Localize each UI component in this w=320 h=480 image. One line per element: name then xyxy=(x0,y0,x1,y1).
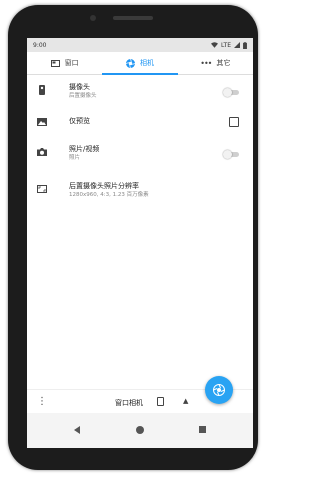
setting-camera-subtitle: 后置摄像头 xyxy=(69,93,97,99)
aspect-ratio-icon xyxy=(37,185,47,193)
tab-other[interactable]: ••• 其它 xyxy=(178,52,253,74)
recents-icon[interactable] xyxy=(199,426,206,433)
wifi-icon xyxy=(211,42,219,48)
setting-preview-only[interactable]: 仅预览 xyxy=(27,116,253,130)
phone-camera-icon xyxy=(39,85,45,95)
mode-window-icon[interactable] xyxy=(157,397,164,406)
camera-icon xyxy=(37,148,47,156)
status-bar: 9:00 LTE xyxy=(27,38,253,52)
screen: 9:00 LTE 窗口 相机 ••• 其它 摄像头 后置摄像头 仅预览 照片/视… xyxy=(27,38,253,448)
camera-toggle[interactable] xyxy=(223,88,241,97)
shutter-icon xyxy=(213,384,225,396)
preview-only-checkbox[interactable] xyxy=(229,117,239,127)
tab-window-label: 窗口 xyxy=(64,59,79,67)
expand-caret[interactable]: ▲ xyxy=(183,397,188,405)
more-dots-icon: ••• xyxy=(200,58,212,68)
more-vert-icon[interactable]: ⋮ xyxy=(37,396,47,407)
setting-camera-title: 摄像头 xyxy=(69,83,90,91)
mode-label[interactable]: 窗口相机 xyxy=(115,398,143,408)
shutter-button[interactable] xyxy=(205,376,233,404)
tab-camera-label: 相机 xyxy=(139,59,154,67)
tab-window[interactable]: 窗口 xyxy=(27,52,102,74)
window-icon xyxy=(50,59,60,67)
earpiece xyxy=(113,16,153,20)
battery-icon xyxy=(243,41,247,49)
setting-resolution-subtitle: 1280x960, 4:3, 1.23 百万像素 xyxy=(69,192,149,198)
tab-camera[interactable]: 相机 xyxy=(102,52,178,75)
setting-photo-video-subtitle: 照片 xyxy=(69,155,81,161)
camera-aperture-icon xyxy=(125,58,135,68)
setting-photo-video-title: 照片/视频 xyxy=(69,145,100,153)
tab-bar: 窗口 相机 ••• 其它 xyxy=(27,52,253,75)
setting-camera[interactable]: 摄像头 后置摄像头 xyxy=(27,82,253,106)
tab-other-label: 其它 xyxy=(216,59,231,67)
setting-resolution[interactable]: 后置摄像头照片分辨率 1280x960, 4:3, 1.23 百万像素 xyxy=(27,181,253,205)
signal-icon xyxy=(234,42,240,48)
front-camera xyxy=(90,15,96,21)
image-icon xyxy=(37,118,47,126)
system-nav-bar xyxy=(27,413,253,448)
photo-video-toggle[interactable] xyxy=(223,150,241,159)
network-label: LTE xyxy=(221,41,231,49)
phone-frame: 9:00 LTE 窗口 相机 ••• 其它 摄像头 后置摄像头 仅预览 照片/视… xyxy=(8,5,258,470)
setting-photo-video[interactable]: 照片/视频 照片 xyxy=(27,144,253,168)
home-icon[interactable] xyxy=(136,426,144,434)
status-time: 9:00 xyxy=(33,41,47,49)
setting-preview-only-title: 仅预览 xyxy=(69,117,90,125)
back-icon[interactable] xyxy=(74,426,80,434)
setting-resolution-title: 后置摄像头照片分辨率 xyxy=(69,182,139,190)
